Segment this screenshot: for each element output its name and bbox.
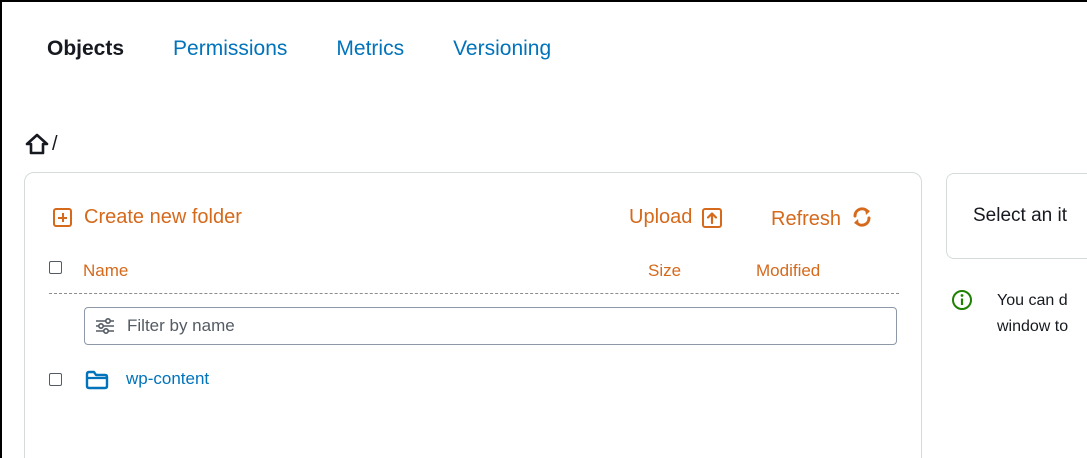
table-header: Name Size Modified <box>49 259 899 287</box>
details-title: Select an it <box>973 205 1067 226</box>
info-text: You can d window to <box>997 288 1068 340</box>
row-checkbox[interactable] <box>49 373 62 386</box>
breadcrumb-separator: / <box>52 133 58 155</box>
info-icon <box>951 289 973 311</box>
filter-placeholder: Filter by name <box>127 316 235 335</box>
tab-permissions[interactable]: Permissions <box>173 34 287 64</box>
breadcrumb: / <box>24 132 58 156</box>
upload-button[interactable]: Upload <box>629 206 723 229</box>
filter-input[interactable]: Filter by name <box>84 307 897 345</box>
home-icon[interactable] <box>24 132 50 156</box>
upload-label: Upload <box>629 206 693 228</box>
info-text-line-1: You can d <box>997 292 1068 309</box>
tab-metrics[interactable]: Metrics <box>336 34 404 64</box>
tab-bar: Objects Permissions Metrics Versioning <box>47 34 600 64</box>
objects-panel: Create new folder Upload Refresh Name Si… <box>24 172 922 458</box>
refresh-label: Refresh <box>771 208 842 230</box>
info-text-line-2: window to <box>997 318 1069 335</box>
refresh-button[interactable]: Refresh <box>771 206 873 233</box>
create-folder-button[interactable]: Create new folder <box>53 206 242 229</box>
details-panel: Select an it <box>946 173 1087 259</box>
folder-icon <box>85 370 109 390</box>
select-all-checkbox[interactable] <box>49 261 62 274</box>
tab-objects[interactable]: Objects <box>47 34 124 64</box>
refresh-icon <box>851 206 873 233</box>
upload-icon <box>702 207 723 228</box>
table-row[interactable]: wp-content <box>49 369 899 393</box>
create-folder-label: Create new folder <box>84 206 242 228</box>
plus-icon <box>53 208 72 227</box>
filter-icon <box>95 317 115 335</box>
column-header-size[interactable]: Size <box>648 261 681 281</box>
column-header-name[interactable]: Name <box>83 261 128 281</box>
tab-versioning[interactable]: Versioning <box>453 34 551 64</box>
column-header-modified[interactable]: Modified <box>756 261 820 281</box>
item-link-wp-content[interactable]: wp-content <box>126 369 209 389</box>
header-divider <box>49 293 899 294</box>
